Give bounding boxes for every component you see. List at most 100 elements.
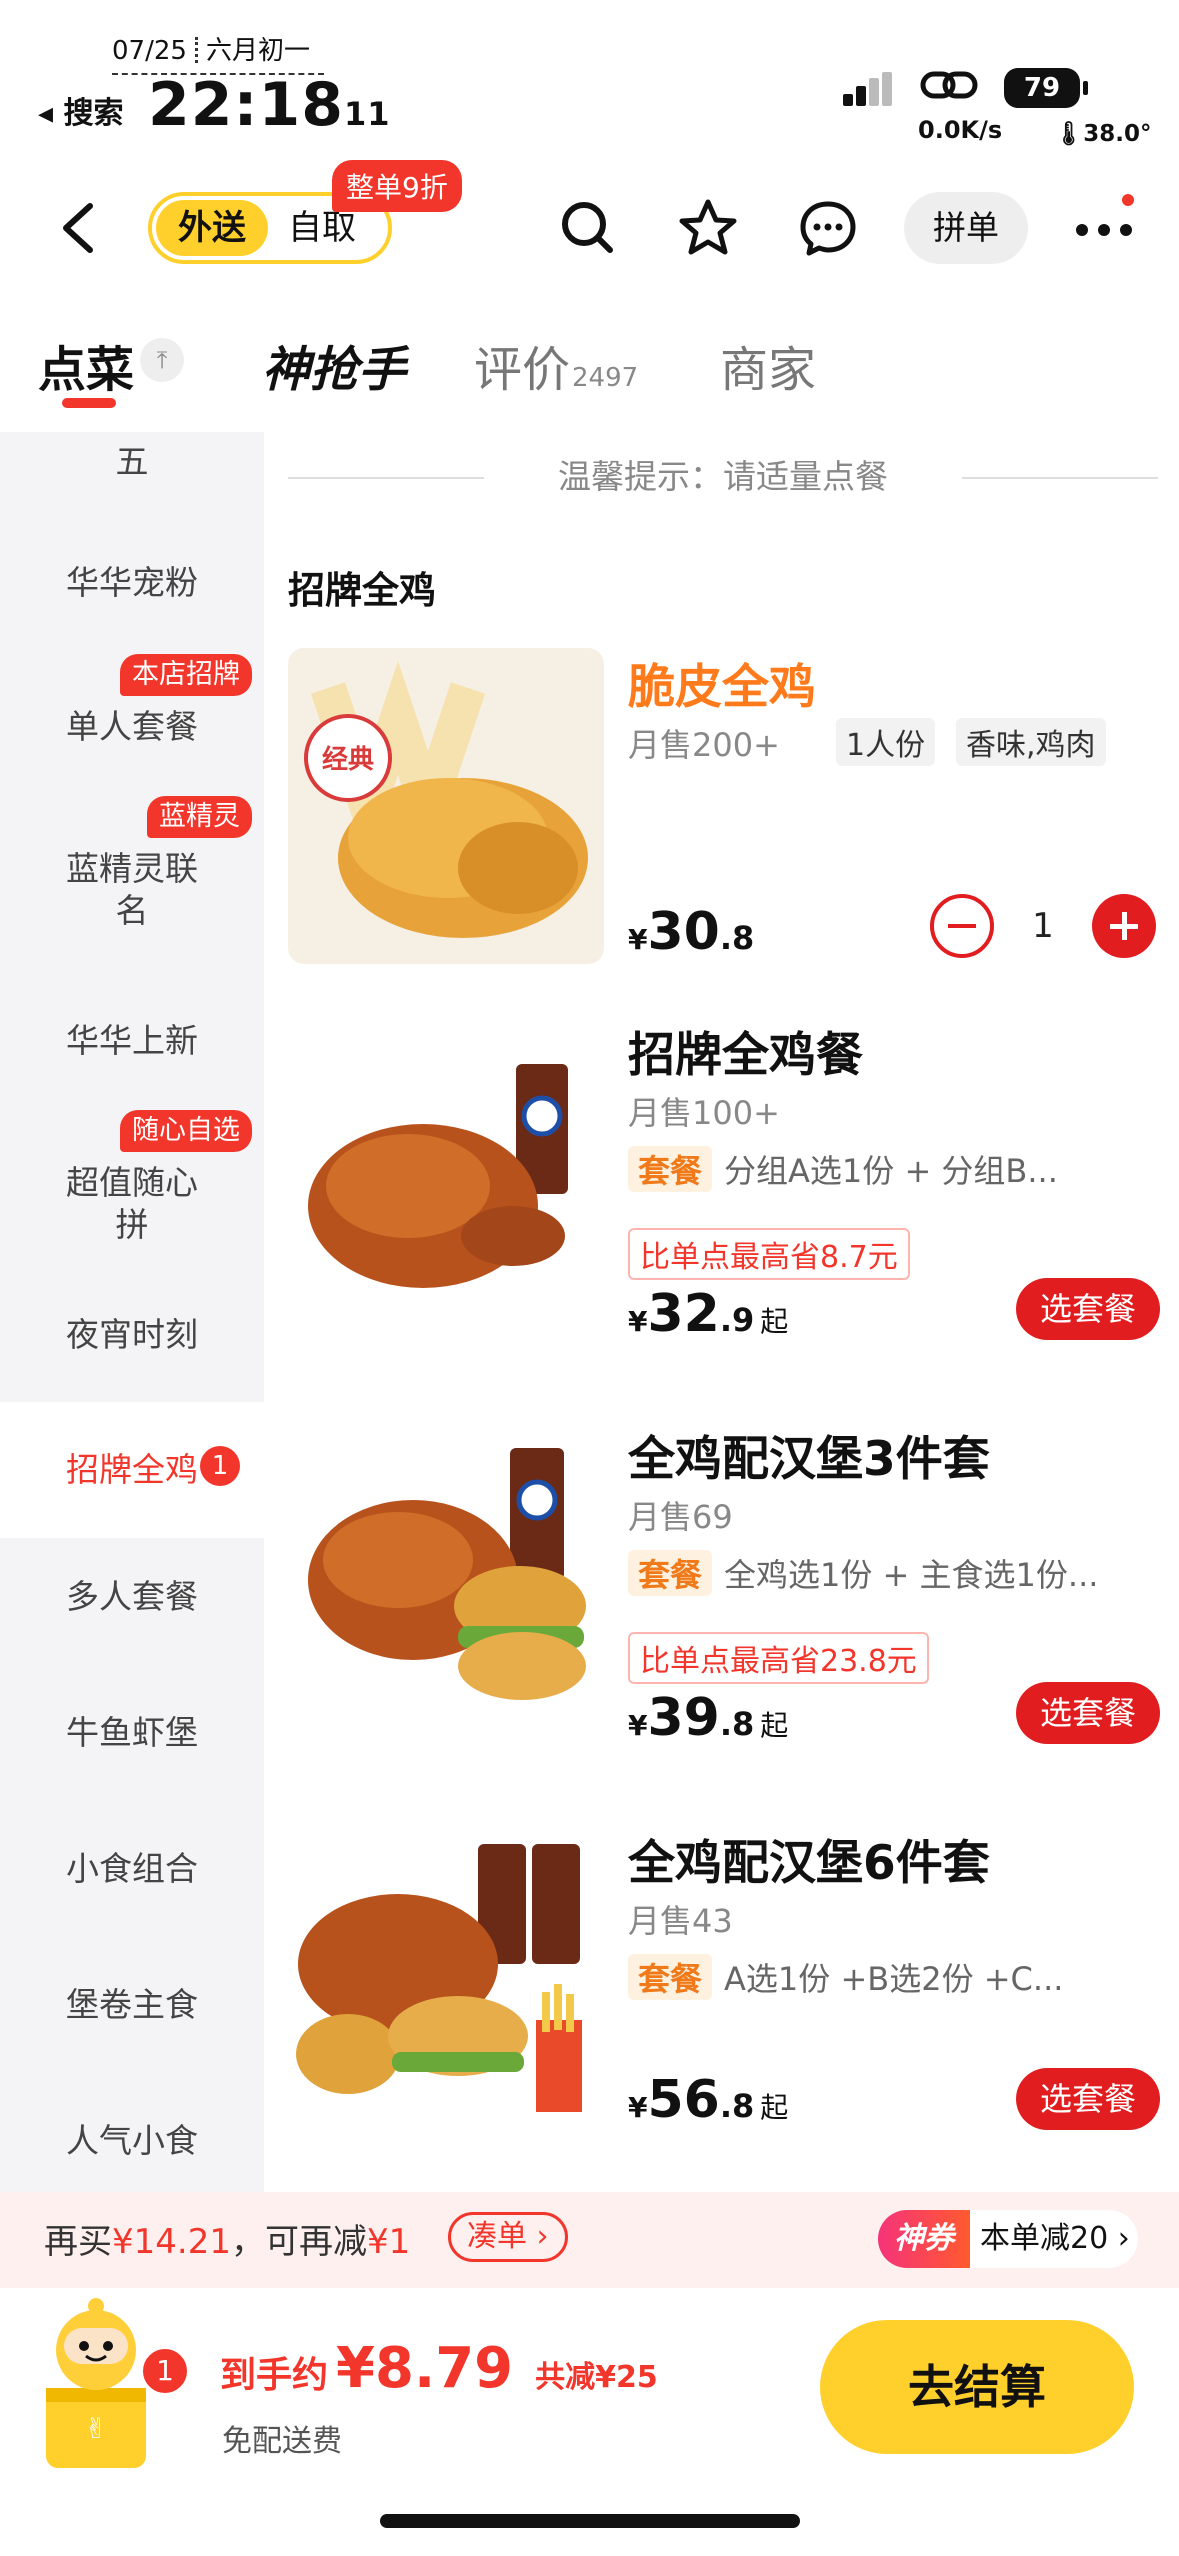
sidebar-item-value-mix[interactable]: 超值随心拼 — [0, 1162, 264, 1246]
sidebar-item-mains[interactable]: 堡卷主食 — [0, 1984, 264, 2026]
item-sales: 月售69 — [628, 1498, 733, 1536]
lunar-date: 六月初一 — [205, 36, 310, 66]
choose-set-button[interactable]: 选套餐 — [1016, 1278, 1160, 1340]
sidebar-item-single-meal[interactable]: 单人套餐 — [0, 706, 264, 748]
price-decimal: .8 — [719, 1705, 755, 1743]
sidebar-item-new[interactable]: 华华上新 — [0, 1020, 264, 1062]
sidebar-item-popular-snacks[interactable]: 人气小食 — [0, 2120, 264, 2162]
crispy-chicken-image: 经典 — [288, 648, 604, 964]
price-symbol: ¥ — [628, 2091, 648, 2124]
coupon-pill[interactable]: 神券 本单减20 › — [878, 2210, 1138, 2268]
link-icon — [920, 71, 978, 99]
total-discount: 共减¥25 — [535, 2360, 658, 2395]
price-integer: 56 — [647, 2070, 720, 2130]
price-decimal: .9 — [719, 1301, 755, 1339]
svg-text:✌: ✌ — [84, 2412, 107, 2445]
stamp-text: 经典 — [322, 744, 374, 775]
item-price: ¥39.8 起 — [628, 1688, 788, 1748]
add-on-button[interactable]: 凑单 › — [448, 2212, 568, 2262]
time-seconds: 11 — [344, 95, 391, 133]
savings-label: 比单点最高省8.7元 — [628, 1228, 910, 1280]
price-suffix: 起 — [760, 1709, 789, 1742]
tab-order[interactable]: 点菜 — [38, 330, 134, 400]
home-indicator[interactable] — [380, 2514, 800, 2528]
cart-total: 到手约 ¥8.79 共减¥25 — [220, 2336, 658, 2401]
total-label: 到手约 — [220, 2355, 329, 2396]
buy-more-discount: ¥1 — [366, 2222, 411, 2262]
set-desc-text: A选1份 +B选2份 +C... — [724, 1960, 1064, 1998]
tab-bar: 点菜 ⤒ 神抢手 评价2497 商家 — [0, 320, 1179, 430]
price-symbol: ¥ — [628, 1709, 648, 1742]
increase-button[interactable] — [1092, 894, 1156, 958]
decrease-button[interactable] — [930, 894, 994, 958]
category-sidebar: 五 华华宠粉 本店招牌 单人套餐 蓝精灵 蓝精灵联名 华华上新 随心自选 超值随… — [0, 432, 264, 2192]
back-to-app[interactable]: ◂ 搜索 — [38, 88, 124, 132]
item-price: ¥32.9 起 — [628, 1284, 788, 1344]
chat-icon[interactable] — [796, 196, 860, 260]
sidebar-item-5[interactable]: 五 — [0, 432, 264, 492]
sidebar-item-group-meal[interactable]: 多人套餐 — [0, 1576, 264, 1618]
quantity-value: 1 — [1032, 906, 1054, 946]
sidebar-item-late-night[interactable]: 夜宵时刻 — [0, 1314, 264, 1356]
set-description: 套餐 全鸡选1份 + 主食选1份... — [628, 1550, 1098, 1596]
choose-set-button[interactable]: 选套餐 — [1016, 2068, 1160, 2130]
checkout-button[interactable]: 去结算 — [820, 2320, 1134, 2454]
status-date: 07/25 六月初一 — [112, 30, 324, 75]
sidebar-item-snack-combo[interactable]: 小食组合 — [0, 1848, 264, 1890]
temperature-value: 38.0° — [1083, 121, 1152, 147]
temperature: 🌡38.0° — [1054, 121, 1152, 147]
group-order-button[interactable]: 拼单 — [904, 192, 1028, 264]
back-app-label: 搜索 — [63, 96, 124, 131]
cart-count-badge: 1 — [140, 2346, 190, 2396]
item-name: 脆皮全鸡 — [628, 660, 816, 715]
nav-bar: 外送 自取 整单9折 拼单 — [0, 160, 1179, 290]
cart-mascot-icon[interactable]: ✌ — [30, 2288, 160, 2478]
item-name: 招牌全鸡餐 — [628, 1028, 863, 1083]
tab-reviews[interactable]: 评价2497 — [474, 330, 638, 400]
savings-label: 比单点最高省23.8元 — [628, 1632, 929, 1684]
menu-item[interactable]: 招牌全鸡餐 月售100+ 套餐 分组A选1份 + 分组B... 比单点最高省8.7… — [288, 1016, 1168, 1354]
set-tag: 套餐 — [628, 1954, 713, 2000]
item-sales: 月售200+ — [628, 726, 780, 764]
sidebar-item-burgers[interactable]: 牛鱼虾堡 — [0, 1712, 264, 1754]
delivery-option[interactable]: 外送 — [156, 200, 268, 256]
set-desc-text: 分组A选1份 + 分组B... — [724, 1152, 1058, 1190]
item-flavor-chip: 香味,鸡肉 — [956, 718, 1106, 766]
sidebar-item-smurfs-collab[interactable]: 蓝精灵联名 — [0, 848, 264, 932]
star-icon[interactable] — [676, 196, 740, 260]
item-name: 全鸡配汉堡6件套 — [628, 1836, 990, 1891]
menu-item[interactable]: 全鸡配汉堡3件套 月售69 套餐 全鸡选1份 + 主食选1份... 比单点最高省2… — [288, 1420, 1168, 1758]
tab-flash-deals[interactable]: 神抢手 — [262, 330, 406, 400]
reviews-count: 2497 — [572, 363, 639, 393]
set-description: 套餐 分组A选1份 + 分组B... — [628, 1146, 1058, 1192]
coupon-text: 本单减20 › — [980, 2221, 1130, 2256]
quantity-stepper[interactable]: 1 — [930, 894, 1156, 958]
collapse-up-icon[interactable]: ⤒ — [140, 338, 184, 382]
buy-more-mid: ，可再减 — [230, 2222, 367, 2262]
whole-chicken-meal-image — [288, 1016, 604, 1332]
status-bar: 07/25 六月初一 ◂ 搜索 22:1811 0.0K/s 79 🌡38.0° — [0, 0, 1179, 170]
price-decimal: .8 — [719, 919, 755, 957]
search-icon[interactable] — [556, 196, 620, 260]
choose-set-button[interactable]: 选套餐 — [1016, 1682, 1160, 1744]
sidebar-item-huahua-fans[interactable]: 华华宠粉 — [0, 562, 264, 604]
total-value: ¥8.79 — [336, 2336, 514, 2401]
price-integer: 39 — [647, 1688, 720, 1748]
buy-more-text: 再买¥14.21，可再减¥1 — [44, 2214, 410, 2263]
date-text: 07/25 — [112, 36, 187, 66]
set-desc-text: 全鸡选1份 + 主食选1份... — [724, 1556, 1099, 1594]
promo-bar: 再买¥14.21，可再减¥1 凑单 › 神券 本单减20 › — [0, 2192, 1179, 2288]
menu-item[interactable]: 经典 脆皮全鸡 月售200+ 1人份 香味,鸡肉 ¥30.8 1 — [288, 648, 1168, 964]
item-portion-chip: 1人份 — [836, 718, 936, 766]
back-arrow-icon[interactable] — [56, 200, 102, 256]
menu-item[interactable]: 全鸡配汉堡6件套 月售43 套餐 A选1份 +B选2份 +C... ¥56.8 起 … — [288, 1824, 1168, 2144]
section-title: 招牌全鸡 — [288, 569, 436, 612]
order-hint: 温馨提示：请适量点餐 — [288, 452, 1158, 502]
price-symbol: ¥ — [628, 923, 648, 956]
tab-flash-label: 神抢手 — [262, 342, 407, 398]
item-name: 全鸡配汉堡3件套 — [628, 1432, 990, 1487]
sidebar-badge-free-pick: 随心自选 — [120, 1110, 252, 1152]
tab-merchant[interactable]: 商家 — [720, 330, 816, 400]
sidebar-badge-signature: 本店招牌 — [120, 654, 252, 696]
more-menu-icon[interactable] — [1076, 218, 1136, 238]
